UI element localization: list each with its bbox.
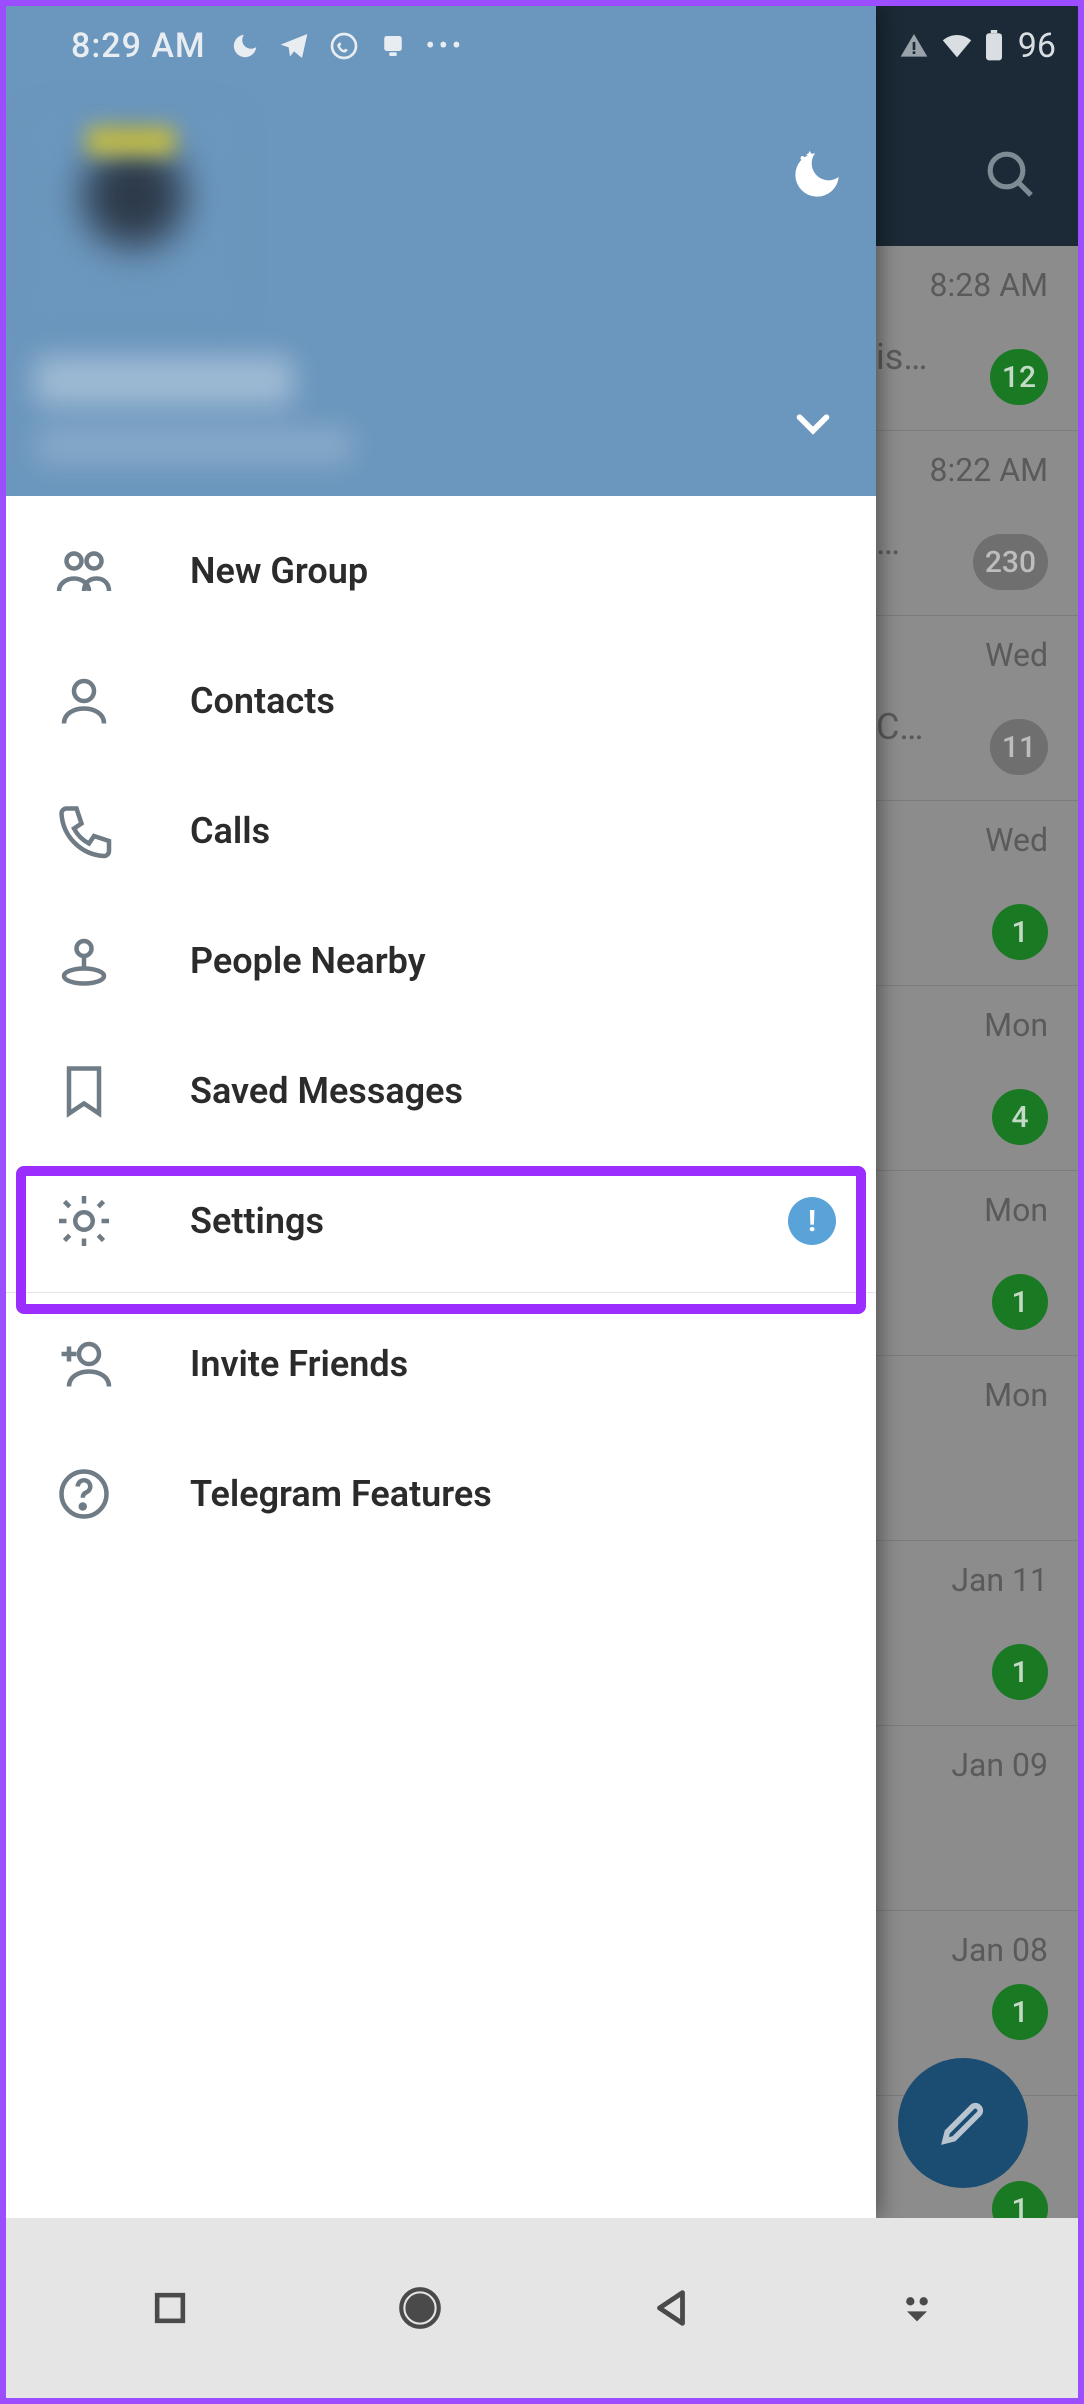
menu-contacts[interactable]: Contacts: [6, 636, 876, 766]
battery-icon: [984, 30, 1004, 62]
menu-label: Calls: [190, 810, 270, 852]
drawer-header: 8:29 AM ••• 96: [6, 6, 876, 496]
menu-people-nearby[interactable]: People Nearby: [6, 896, 876, 1026]
recents-button[interactable]: [148, 2286, 192, 2330]
chat-time: 8:22 AM: [930, 451, 1048, 489]
whatsapp-icon: [328, 30, 360, 62]
menu-label: Settings: [190, 1200, 324, 1242]
chat-preview: C…: [876, 706, 924, 748]
chat-time: 8:28 AM: [930, 266, 1048, 304]
drawer-menu: New Group Contacts Calls People Nearby S…: [6, 496, 876, 1559]
avatar-detail: [86, 126, 176, 156]
battery-level: 96: [1018, 26, 1056, 66]
nearby-icon: [54, 931, 114, 991]
menu-saved-messages[interactable]: Saved Messages: [6, 1026, 876, 1156]
phone-icon: [54, 801, 114, 861]
more-icon: •••: [426, 31, 465, 61]
menu-label: New Group: [190, 550, 368, 592]
menu-calls[interactable]: Calls: [6, 766, 876, 896]
bookmark-icon: [54, 1061, 114, 1121]
home-button[interactable]: [395, 2283, 445, 2333]
chat-time: Wed: [985, 821, 1048, 859]
chat-time: Jan 11: [951, 1561, 1048, 1599]
system-nav-bar: [6, 2218, 1078, 2398]
account-switcher-chevron-icon[interactable]: [790, 400, 836, 446]
status-bar: 8:29 AM ••• 96: [6, 6, 1084, 86]
menu-label: People Nearby: [190, 940, 426, 982]
unread-badge: 4: [992, 1089, 1048, 1145]
chat-time: Jan 09: [951, 1746, 1048, 1784]
chat-preview: …: [876, 521, 900, 563]
help-icon: [54, 1464, 114, 1524]
invite-icon: [54, 1334, 114, 1394]
search-icon[interactable]: [982, 146, 1038, 202]
chat-preview: is…: [876, 336, 927, 378]
gear-icon: [54, 1191, 114, 1251]
notification-icon: [378, 31, 408, 61]
unread-badge: 12: [990, 349, 1048, 405]
menu-new-group[interactable]: New Group: [6, 506, 876, 636]
telegram-icon: [278, 30, 310, 62]
navigation-drawer: 8:29 AM ••• 96: [6, 6, 876, 2218]
status-time: 8:29 AM: [71, 26, 206, 66]
wifi-icon: [940, 29, 974, 63]
chat-time: Mon: [984, 1376, 1048, 1414]
profile-name: [34, 356, 294, 406]
dnd-moon-icon: [230, 31, 260, 61]
menu-settings[interactable]: Settings !: [6, 1156, 876, 1286]
profile-phone: [34, 426, 354, 466]
unread-badge: 1: [992, 1984, 1048, 2040]
menu-divider: [6, 1292, 876, 1293]
warning-icon: [898, 30, 930, 62]
group-icon: [54, 541, 114, 601]
unread-badge: 230: [973, 534, 1048, 590]
menu-telegram-features[interactable]: Telegram Features: [6, 1429, 876, 1559]
unread-badge: 1: [992, 1644, 1048, 1700]
night-mode-toggle[interactable]: [788, 146, 846, 204]
unread-badge: 1: [992, 1274, 1048, 1330]
menu-label: Saved Messages: [190, 1070, 463, 1112]
back-button[interactable]: [648, 2285, 694, 2331]
ime-switcher-button[interactable]: [897, 2288, 937, 2328]
chat-time: Mon: [984, 1191, 1048, 1229]
compose-fab[interactable]: [898, 2058, 1028, 2188]
menu-label: Invite Friends: [190, 1343, 408, 1385]
unread-badge: 1: [992, 904, 1048, 960]
settings-alert-badge: !: [788, 1197, 836, 1245]
menu-invite-friends[interactable]: Invite Friends: [6, 1299, 876, 1429]
menu-label: Contacts: [190, 680, 335, 722]
person-icon: [54, 671, 114, 731]
chat-time: Jan 08: [951, 1931, 1048, 1969]
menu-label: Telegram Features: [190, 1473, 492, 1515]
chat-time: Wed: [985, 636, 1048, 674]
chat-time: Mon: [984, 1006, 1048, 1044]
unread-badge: 11: [990, 719, 1048, 775]
